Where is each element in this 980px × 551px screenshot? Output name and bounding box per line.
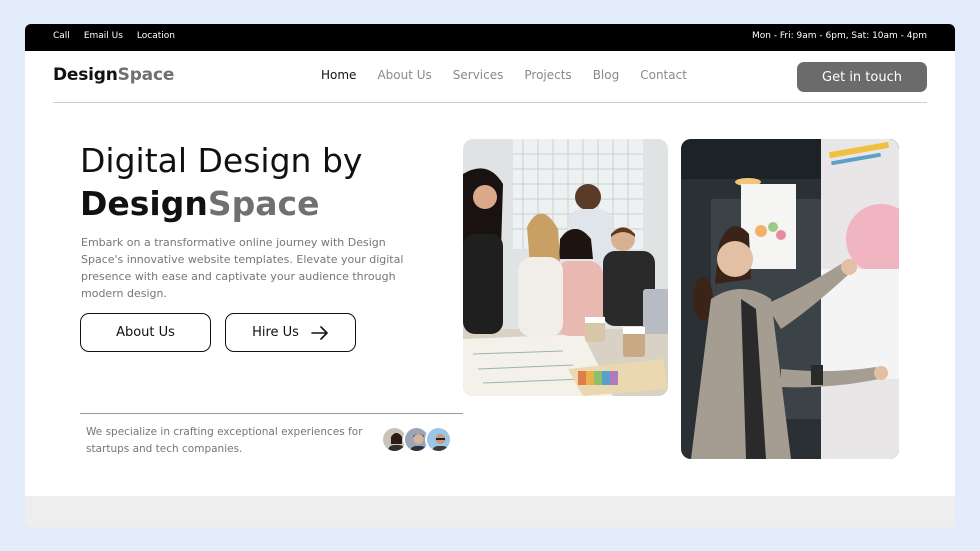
call-link[interactable]: Call [53, 31, 70, 41]
tagline: We specialize in crafting exceptional ex… [86, 426, 363, 455]
team-avatars [381, 426, 452, 453]
browser-frame: Call Email Us Location Mon - Fri: 9am - … [25, 24, 955, 527]
nav-item-contact[interactable]: Contact [640, 68, 687, 82]
top-links: Call Email Us Location [53, 31, 175, 41]
hero-description: Embark on a transformative online journe… [81, 236, 404, 300]
get-in-touch-button[interactable]: Get in touch [797, 62, 927, 92]
location-link[interactable]: Location [137, 31, 175, 41]
hire-us-label: Hire Us [252, 325, 299, 340]
hero-title-brand: DesignSpace [80, 184, 319, 223]
logo-accent: Space [117, 65, 175, 85]
email-link[interactable]: Email Us [84, 31, 123, 41]
section-divider [80, 413, 463, 414]
presentation-photo [681, 139, 899, 459]
nav-item-blog[interactable]: Blog [593, 68, 620, 82]
hero-brand-main: Design [80, 184, 208, 223]
nav-item-home[interactable]: Home [321, 68, 356, 82]
about-us-button[interactable]: About Us [80, 313, 211, 352]
hire-us-button[interactable]: Hire Us [225, 313, 356, 352]
team-collaboration-photo [463, 139, 668, 396]
nav-divider [53, 102, 927, 103]
nav-item-projects[interactable]: Projects [524, 68, 571, 82]
avatar [425, 426, 452, 453]
nav-item-services[interactable]: Services [453, 68, 504, 82]
nav-menu: Home About Us Services Projects Blog Con… [321, 68, 687, 82]
business-hours: Mon - Fri: 9am - 6pm, Sat: 10am - 4pm [751, 31, 927, 41]
main-nav: DesignSpace Home About Us Services Proje… [25, 51, 955, 102]
logo-main: Design [53, 65, 118, 85]
nav-item-about[interactable]: About Us [377, 68, 431, 82]
top-info-bar: Call Email Us Location Mon - Fri: 9am - … [25, 24, 955, 51]
hero-brand-accent: Space [207, 184, 320, 223]
about-us-label: About Us [116, 325, 175, 340]
bottom-section [25, 496, 955, 527]
arrow-right-icon [311, 325, 328, 340]
hero-title: Digital Design by DesignSpace [80, 139, 362, 225]
hero-title-line1: Digital Design by [80, 141, 363, 180]
logo[interactable]: DesignSpace [53, 65, 174, 85]
